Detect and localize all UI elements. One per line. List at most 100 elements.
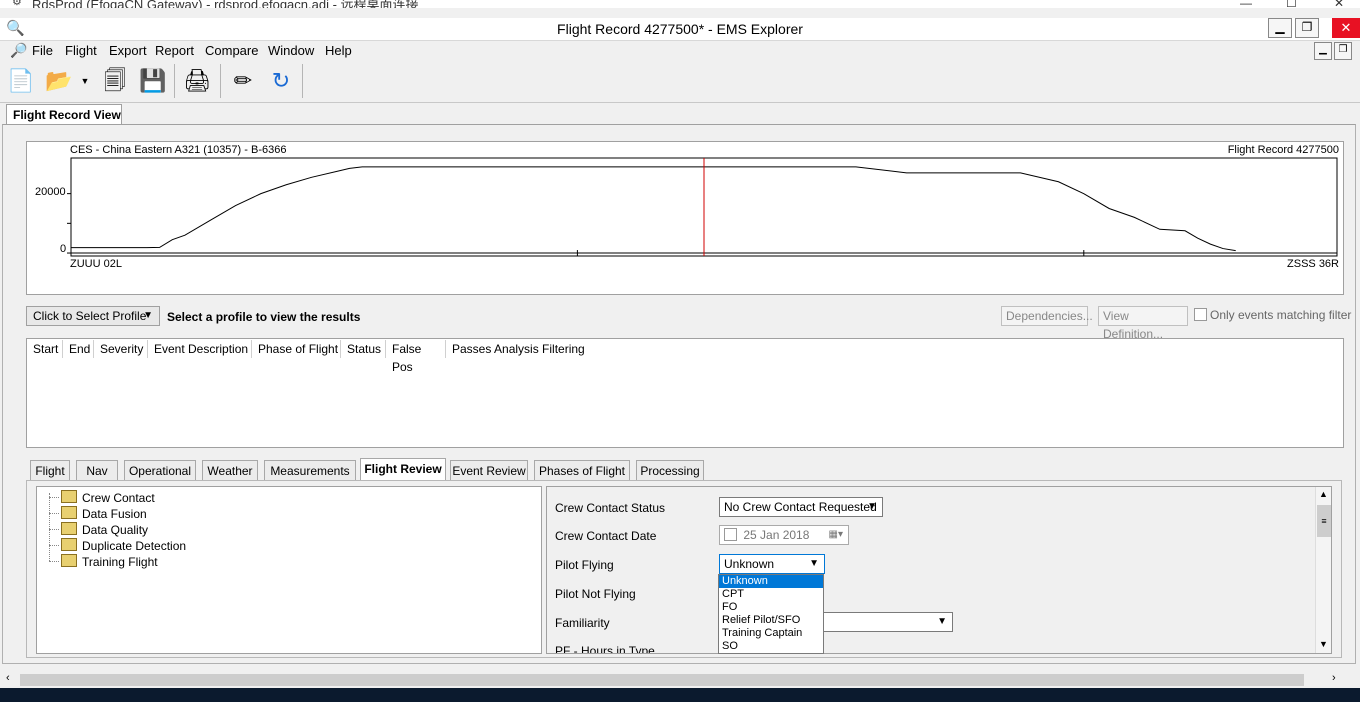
app-title-bar: 🔍 Flight Record 4277500* - EMS Explorer … <box>0 18 1360 41</box>
date-enable-checkbox[interactable] <box>724 528 737 541</box>
crew-contact-status-label: Crew Contact Status <box>555 501 666 515</box>
view-definition-button[interactable]: View Definition... <box>1098 306 1188 341</box>
dropdown-option-unknown[interactable]: Unknown <box>719 575 823 588</box>
chart-plot-area[interactable] <box>27 142 1343 294</box>
tree-connector <box>49 545 59 546</box>
menu-window[interactable]: Window <box>268 43 314 58</box>
tab-phases-of-flight[interactable]: Phases of Flight <box>534 460 630 480</box>
tree-item-label: Crew Contact <box>82 491 155 505</box>
tree-item-label: Data Quality <box>82 523 149 537</box>
crew-contact-date-label: Crew Contact Date <box>555 529 657 543</box>
app-close-button[interactable]: ✕ <box>1332 18 1360 38</box>
column-header-status[interactable]: Status <box>341 340 386 358</box>
dependencies-button[interactable]: Dependencies... <box>1001 306 1093 326</box>
crew-contact-status-select[interactable]: No Crew Contact Requested ▼ <box>719 497 883 517</box>
pilot-flying-dropdown-list: Unknown CPT FO Relief Pilot/SFO Training… <box>718 574 824 654</box>
pencil-note-icon <box>61 554 77 567</box>
pencil-note-icon <box>61 522 77 535</box>
print-icon[interactable]: 🖨 <box>182 66 212 96</box>
menu-flight[interactable]: Flight <box>65 43 97 58</box>
column-header-phase-of-flight[interactable]: Phase of Flight <box>252 340 341 358</box>
scroll-right-icon[interactable]: › <box>1332 672 1336 684</box>
dropdown-option-relief-pilot[interactable]: Relief Pilot/SFO <box>719 614 823 627</box>
save-icon[interactable]: 💾 <box>138 66 168 96</box>
pencil-note-icon <box>61 490 77 503</box>
profile-hint-text: Select a profile to view the results <box>167 310 361 324</box>
tab-flight[interactable]: Flight <box>30 460 70 480</box>
pencil-note-icon <box>61 506 77 519</box>
profile-select-dropdown[interactable]: Click to Select Profile ▼ <box>26 306 160 326</box>
scroll-down-icon[interactable]: ▼ <box>1319 639 1328 649</box>
only-events-checkbox[interactable]: Only events matching filter <box>1194 308 1351 322</box>
scroll-up-icon[interactable]: ▲ <box>1319 489 1328 499</box>
tab-operational[interactable]: Operational <box>124 460 196 480</box>
copy-icon[interactable]: 🗐 <box>100 66 130 96</box>
column-header-start[interactable]: Start <box>27 340 63 358</box>
profile-select-label: Click to Select Profile <box>33 309 147 323</box>
mdi-minimize-button[interactable]: ▁ <box>1314 42 1332 60</box>
chevron-down-icon: ▼ <box>143 310 153 321</box>
rdp-app-icon: ⚙ <box>12 0 22 8</box>
horizontal-scrollbar[interactable]: ‹ › <box>0 672 1360 688</box>
scroll-thumb[interactable] <box>20 674 1304 686</box>
column-header-event-description[interactable]: Event Description <box>148 340 252 358</box>
tab-flight-review[interactable]: Flight Review <box>360 458 446 480</box>
column-header-false-pos[interactable]: False Pos <box>386 340 446 374</box>
mdi-restore-button[interactable]: ❐ <box>1334 42 1352 60</box>
tree-connector <box>49 529 59 530</box>
dropdown-option-training-captain[interactable]: Training Captain <box>719 627 823 640</box>
tree-item-data-fusion[interactable]: Data Fusion <box>61 506 147 521</box>
toolbar-separator <box>302 64 303 98</box>
menu-report[interactable]: Report <box>155 43 194 58</box>
explorer-menu-icon[interactable]: 🔎 <box>10 42 27 59</box>
menu-export[interactable]: Export <box>109 43 147 58</box>
app-window-title: Flight Record 4277500* - EMS Explorer <box>557 21 803 37</box>
refresh-icon[interactable]: ↻ <box>266 66 296 96</box>
dropdown-option-so[interactable]: SO <box>719 640 823 653</box>
open-dropdown-chevron-icon[interactable]: ▼ <box>78 66 92 96</box>
altitude-profile-chart: CES - China Eastern A321 (10357) - B-636… <box>26 141 1344 295</box>
new-document-icon[interactable]: 📄 <box>6 66 36 96</box>
tab-nav[interactable]: Nav <box>76 460 118 480</box>
dropdown-option-fo[interactable]: FO <box>719 601 823 614</box>
tree-item-training-flight[interactable]: Training Flight <box>61 554 158 569</box>
form-vertical-scrollbar[interactable]: ▲ ≡ ▼ <box>1315 487 1331 653</box>
chevron-down-icon: ▼ <box>867 501 877 512</box>
dropdown-option-cpt[interactable]: CPT <box>719 588 823 601</box>
checkbox-box[interactable] <box>1194 308 1207 321</box>
column-header-severity[interactable]: Severity <box>94 340 148 358</box>
tab-flight-record-view[interactable]: Flight Record View <box>6 104 122 124</box>
column-header-passes-analysis-filtering[interactable]: Passes Analysis Filtering <box>446 340 586 358</box>
menu-help[interactable]: Help <box>325 43 352 58</box>
menu-file[interactable]: File <box>32 43 53 58</box>
tab-event-review[interactable]: Event Review <box>450 460 528 480</box>
tree-item-crew-contact[interactable]: Crew Contact <box>61 490 155 505</box>
app-minimize-button[interactable]: ▁ <box>1268 18 1292 38</box>
tab-weather[interactable]: Weather <box>202 460 258 480</box>
tree-item-duplicate-detection[interactable]: Duplicate Detection <box>61 538 186 553</box>
column-header-end[interactable]: End <box>63 340 94 358</box>
app-restore-button[interactable]: ❐ <box>1295 18 1319 38</box>
os-taskbar <box>0 688 1360 702</box>
crew-contact-date-picker[interactable]: 25 Jan 2018 ▦▾ <box>719 525 849 545</box>
events-table: Start End Severity Event Description Pha… <box>26 338 1344 448</box>
open-folder-icon[interactable]: 📂 <box>44 66 74 96</box>
toolbar-separator <box>174 64 175 98</box>
calendar-dropdown-icon[interactable]: ▦▾ <box>829 526 843 544</box>
tree-connector <box>49 493 50 561</box>
scroll-left-icon[interactable]: ‹ <box>6 672 10 684</box>
pilot-flying-label: Pilot Flying <box>555 558 614 572</box>
rdp-minimize-button[interactable]: — <box>1240 0 1252 8</box>
tab-measurements[interactable]: Measurements <box>264 460 356 480</box>
edit-pencil-icon[interactable]: ✏ <box>228 66 258 96</box>
pencil-note-icon <box>61 538 77 551</box>
rdp-close-button[interactable]: ✕ <box>1334 0 1344 8</box>
tab-processing[interactable]: Processing <box>636 460 704 480</box>
pilot-flying-select[interactable]: Unknown ▼ <box>719 554 825 574</box>
tree-item-data-quality[interactable]: Data Quality <box>61 522 148 537</box>
tree-item-label: Data Fusion <box>82 507 147 521</box>
scroll-thumb[interactable]: ≡ <box>1317 505 1331 537</box>
menu-compare[interactable]: Compare <box>205 43 258 58</box>
rdp-maximize-button[interactable]: ☐ <box>1286 0 1297 8</box>
review-category-tree: Crew Contact Data Fusion Data Quality Du… <box>36 486 542 654</box>
